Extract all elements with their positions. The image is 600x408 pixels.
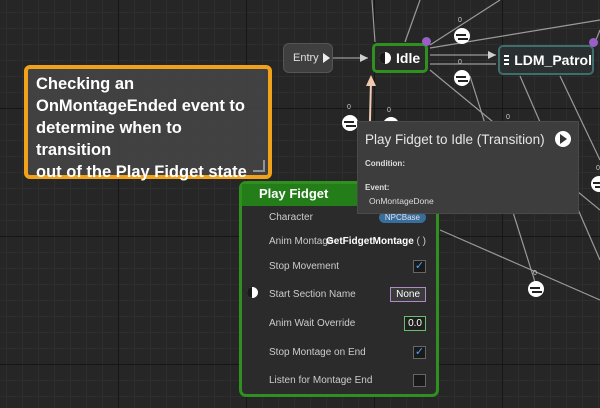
node-row-stop-movement: Stop Movement ✓ [269, 255, 426, 277]
row-label: Anim Wait Override [269, 317, 356, 329]
transition-count: 0 [506, 114, 510, 121]
comment-box[interactable]: Checking an OnMontageEnded event to dete… [24, 65, 272, 181]
row-label: Anim Montage [269, 235, 334, 247]
state-pin-icon [379, 52, 391, 64]
node-row-anim-wait: Anim Wait Override 0.0 [269, 312, 426, 334]
row-label: Listen for Montage End [269, 374, 373, 386]
row-label: Stop Movement [269, 260, 340, 272]
comment-line: determine when to transition [36, 119, 182, 159]
transition-rule-icon[interactable] [454, 28, 470, 44]
node-row-stop-montage: Stop Montage on End ✓ [269, 341, 426, 363]
node-row-start-section: Start Section Name None [269, 283, 426, 305]
transition-count: 0 [458, 17, 462, 24]
ldm-patrol-state-node[interactable]: LDM_Patrol [498, 45, 594, 75]
play-triangle-icon [322, 53, 330, 63]
condition-label: Condition: [365, 159, 405, 168]
transition-count: 0 [596, 165, 600, 172]
transition-count: 0 [387, 107, 391, 114]
patrol-label: LDM_Patrol [514, 52, 592, 68]
comment-line: out of the Play Fidget state [36, 163, 247, 181]
stop-montage-checkbox[interactable]: ✓ [413, 345, 426, 359]
input-pin-icon[interactable] [247, 287, 258, 298]
transition-count: 0 [458, 59, 462, 66]
resize-grip-icon[interactable] [253, 160, 265, 172]
state-machine-icon [504, 53, 510, 67]
entry-node[interactable]: Entry [283, 43, 333, 73]
anim-montage-function: GetFidgetMontage [325, 235, 414, 247]
event-value: OnMontageDone [369, 196, 434, 206]
idle-state-node[interactable]: Idle [372, 43, 428, 73]
transition-rule-icon[interactable] [342, 115, 358, 131]
transition-rule-icon[interactable] [528, 281, 544, 297]
listen-montage-checkbox[interactable] [413, 373, 426, 387]
row-label: Stop Montage on End [269, 346, 366, 358]
event-label: Event: [365, 183, 390, 192]
anim-montage-value[interactable]: GetFidgetMontage ( ) [326, 236, 426, 247]
idle-label: Idle [396, 50, 421, 66]
comment-line: OnMontageEnded event to [36, 97, 246, 115]
anim-wait-input[interactable]: 0.0 [404, 315, 426, 331]
rule-dot [589, 38, 598, 47]
start-section-input[interactable]: None [390, 286, 426, 302]
node-row-anim-montage: Anim Montage GetFidgetMontage ( ) [269, 230, 426, 252]
transition-rule-icon[interactable] [591, 176, 600, 192]
tooltip-title: Play Fidget to Idle (Transition) [365, 132, 545, 147]
transition-count: 0 [533, 270, 537, 277]
transition-rule-icon[interactable] [454, 70, 470, 86]
anim-montage-suffix: ( ) [416, 235, 426, 247]
row-label: Start Section Name [269, 288, 356, 300]
entry-label: Entry [293, 52, 319, 64]
node-row-listen-montage: Listen for Montage End [269, 369, 426, 391]
transition-count: 0 [347, 104, 351, 111]
transition-direction-icon [555, 131, 571, 147]
comment-line: Checking an [36, 75, 135, 93]
stop-movement-checkbox[interactable]: ✓ [413, 259, 426, 273]
row-label: Character [269, 211, 313, 223]
transition-tooltip: Play Fidget to Idle (Transition) Conditi… [357, 121, 579, 214]
rule-dot [422, 37, 431, 46]
